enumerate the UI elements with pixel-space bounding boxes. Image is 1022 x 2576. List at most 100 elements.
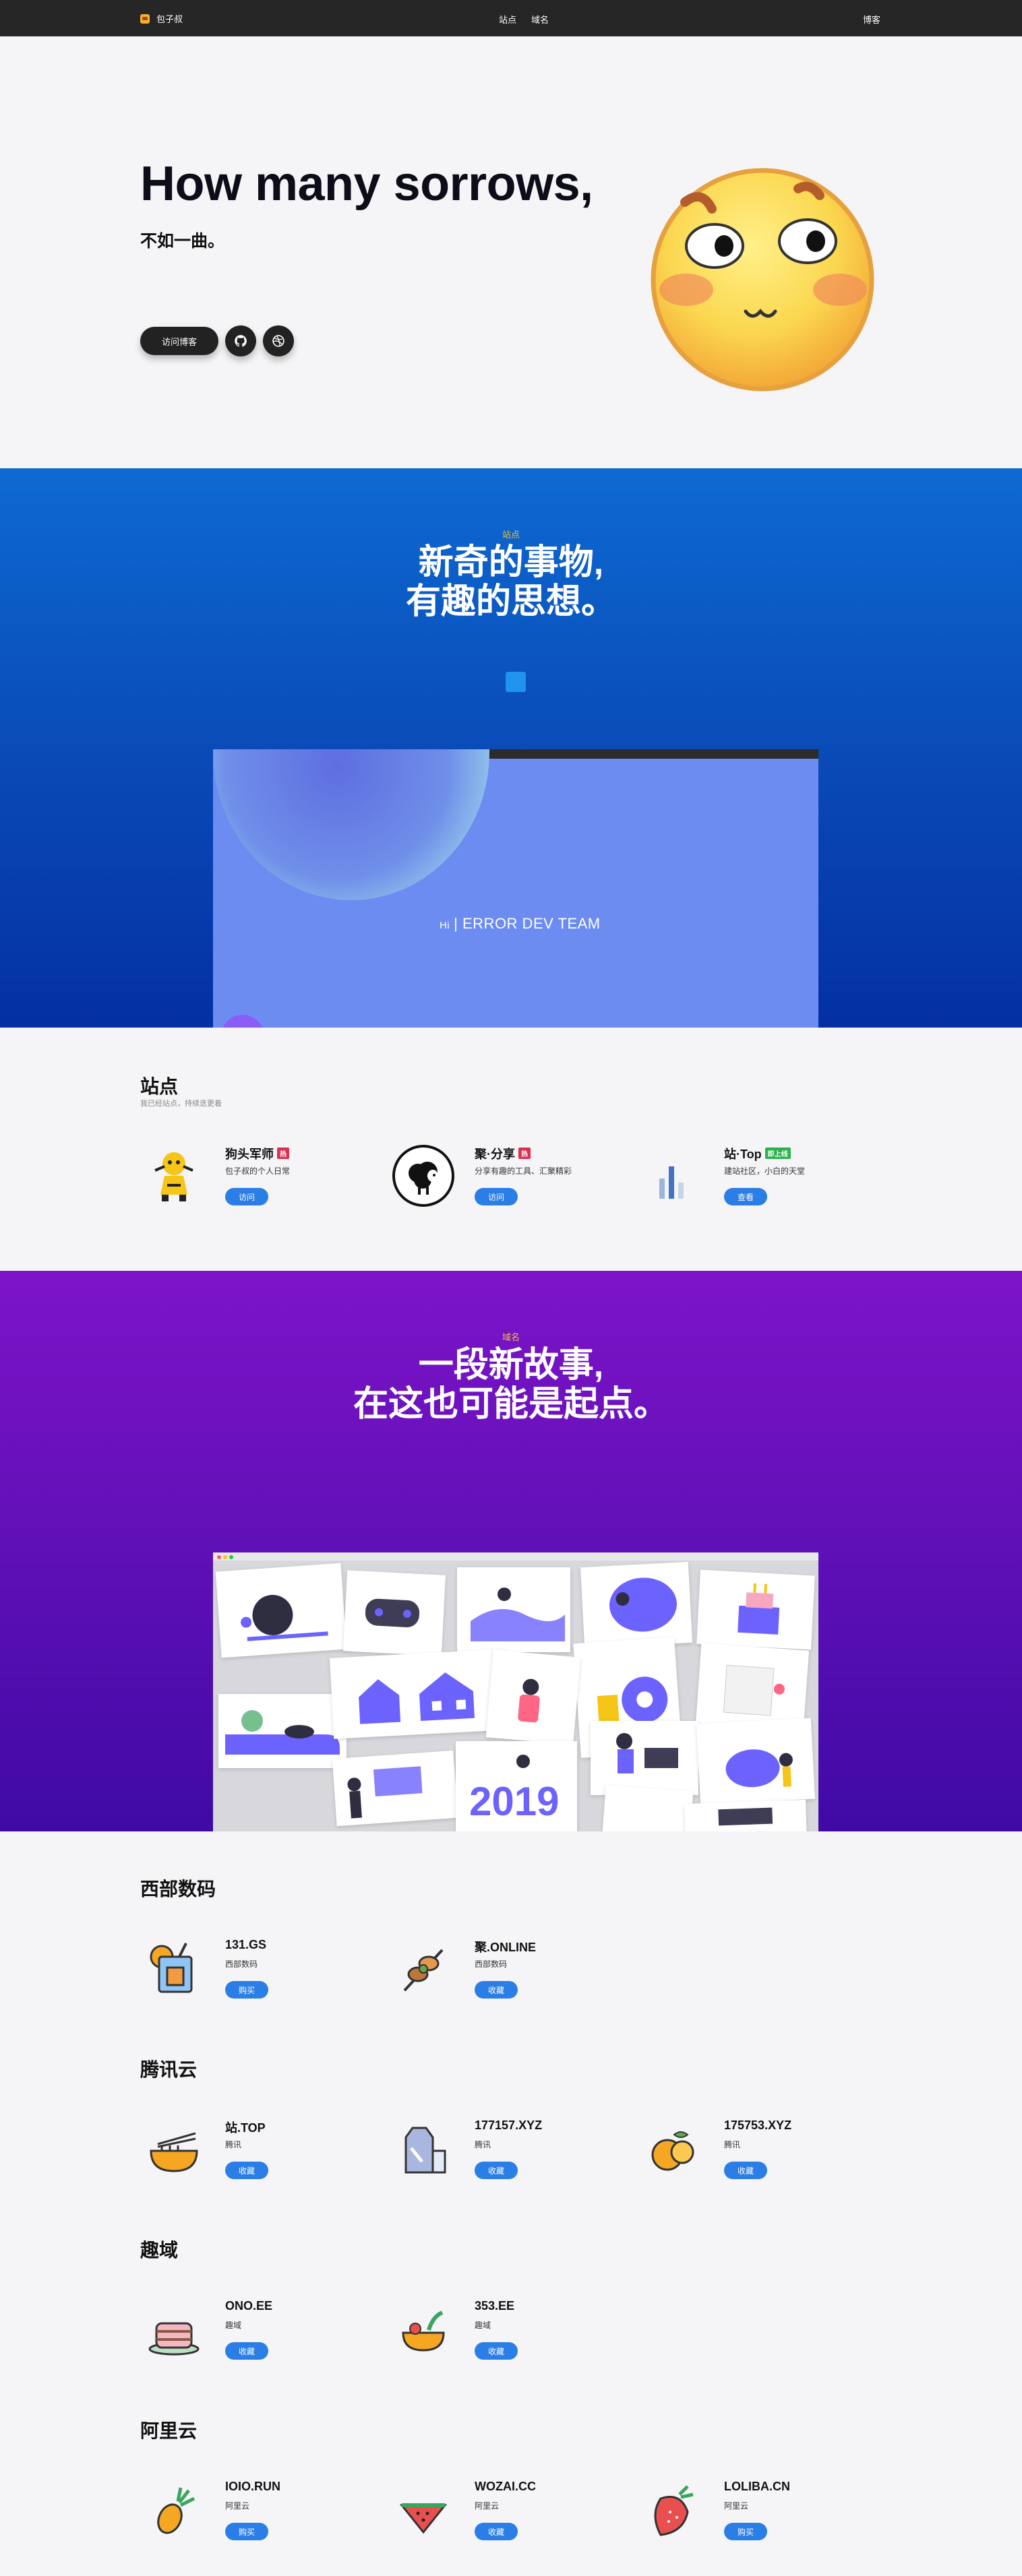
site-title: 狗头军师热 [225,1145,289,1162]
domains-banner: 域名 一段新故事, 在这也可能是起点。 2019 [0,1271,1022,1831]
mockup-screen: Hi | ERROR DEV TEAM [213,749,818,1028]
site-text: 分享有趣的工具、汇聚精彩 [475,1166,572,1176]
domains-kicker: 域名 [502,1332,520,1342]
domain-name: IOIO.RUN [225,2480,281,2493]
orange-icon [639,2116,707,2183]
sites-banner: 站点 新奇的事物, 有趣的思想。 Hi | ERROR DEV TEAM [0,468,1022,1028]
view-button[interactable]: 查看 [724,1188,767,1205]
sheep-logo-icon [390,1142,457,1210]
favorite-button[interactable]: 收藏 [225,2162,268,2179]
domain-card: 131.GS 西部数码 购买 [140,1935,383,2003]
visit-button[interactable]: 访问 [225,1188,268,1205]
milk-icon [390,2116,457,2183]
sites-kicker: 站点 [502,530,520,540]
domains-banner-title-line1: 一段新故事, [418,1346,604,1385]
illustration-card [602,1785,694,1831]
cake-icon [140,2296,208,2364]
domain-name: LOLIBA.CN [724,2480,790,2493]
favorite-button[interactable]: 收藏 [475,2162,518,2179]
buy-button[interactable]: 购买 [225,1981,268,1999]
sites-banner-title-line1: 新奇的事物, [418,543,604,582]
domain-group-title: 阿里云 [140,2420,198,2441]
favorite-button[interactable]: 收藏 [475,2342,518,2360]
sites-title: 站点 [140,1076,179,1097]
gradient-blob [213,749,489,900]
brand[interactable]: 包子叔 [140,12,183,25]
site-text: 包子叔的个人日常 [225,1166,291,1176]
drink-icon [140,1935,208,2003]
dog-mascot-icon [140,1142,208,1210]
nav-item-blog[interactable]: 博客 [863,13,880,26]
bar-chart-logo-icon [639,1142,707,1210]
domain-vendor: 腾讯 [475,2140,491,2149]
site-card: 站·Top 即上线 建站社区，小白的天堂 查看 [639,1142,882,1210]
decorative-square [506,672,526,692]
domain-card: 聚.ONLINE 西部数码 收藏 [390,1935,632,2003]
illustration-card [684,1799,807,1831]
github-button[interactable] [225,325,257,356]
domain-card: 175753.XYZ 腾讯 收藏 [639,2116,882,2183]
domain-card: 353.EE 趣域 收藏 [390,2296,632,2364]
illustration-card [218,1694,347,1768]
favorite-button[interactable]: 收藏 [225,2342,268,2360]
nav-item-sites[interactable]: 站点 [499,13,516,26]
nav-item-domains[interactable]: 域名 [531,13,549,26]
domains-banner-title-line2: 在这也可能是起点。 [353,1385,669,1424]
domain-name: 177157.XYZ [475,2118,543,2132]
domain-card: WOZAI.CC 阿里云 收藏 [390,2477,632,2544]
illustration-card [580,1561,693,1649]
domain-group-title: 西部数码 [140,1879,216,1899]
domain-vendor: 趣域 [225,2321,242,2330]
domain-name: 175753.XYZ [724,2118,792,2132]
mockup-greeting: Hi | ERROR DEV TEAM [440,915,601,932]
buy-button[interactable]: 购买 [724,2523,767,2540]
domain-card: 站.TOP 腾讯 收藏 [140,2116,383,2183]
hero-section: How many sorrows, 不如一曲。 访问博客 [0,36,1022,468]
domains-section: 西部数码 131.GS 西部数码 购买 聚.ONLINE 西部数码 收藏 腾讯云… [0,1831,1022,2576]
visit-blog-button[interactable]: 访问博客 [140,327,219,355]
favorite-button[interactable]: 收藏 [475,2523,518,2540]
domain-card: 177157.XYZ 腾讯 收藏 [390,2116,632,2183]
domain-name: 聚.ONLINE [475,1941,537,1954]
illustration-card [696,1718,816,1805]
domain-name: 353.EE [475,2299,515,2313]
visit-button[interactable]: 访问 [475,1188,518,1205]
site-card: 狗头军师热 包子叔的个人日常 访问 [140,1142,383,1210]
illustration-card [330,1649,509,1739]
favorite-button[interactable]: 收藏 [475,1981,518,1999]
top-navbar: 包子叔 站点 域名 博客 [0,0,1022,36]
domain-vendor: 西部数码 [225,1959,258,1969]
domain-name: 站.TOP [225,2121,266,2135]
domain-vendor: 阿里云 [225,2501,250,2511]
site-card: 聚·分享热 分享有趣的工具、汇聚精彩 访问 [390,1142,632,1210]
bun-logo-icon [140,13,150,24]
site-title: 站·Top 即上线 [724,1145,791,1162]
favorite-button[interactable]: 收藏 [724,2162,767,2179]
domain-name: WOZAI.CC [475,2480,536,2493]
buy-button[interactable]: 购买 [225,2523,268,2540]
illustration-card [485,1650,581,1745]
skewer-icon [390,1935,457,2003]
illustration-card [696,1569,815,1650]
illustration-card [332,1750,458,1827]
illustration-card [591,1721,698,1795]
dribbble-button[interactable] [263,325,295,356]
smiley-mascot-icon [651,168,874,391]
domain-card: IOIO.RUN 阿里云 购买 [140,2477,383,2544]
illustration-card [696,1643,809,1732]
sites-section: 站点 我已经站点，持续迭更着 狗头军师热 包子叔的个人日常 访问 聚·分享热 分… [0,1028,1022,1271]
domain-group-title: 腾讯云 [140,2059,198,2080]
domain-vendor: 阿里云 [475,2501,500,2511]
site-text: 建站社区，小白的天堂 [724,1166,806,1176]
browser-mockup: Hi | ERROR DEV TEAM [213,749,818,1028]
domain-vendor: 趣域 [475,2321,491,2330]
hero-subtitle: 不如一曲。 [140,232,225,251]
illustration-card [342,1570,446,1656]
hero-actions: 访问博客 [140,325,295,356]
hot-badge: 热 [518,1148,531,1159]
github-icon [235,335,247,347]
domain-name: ONO.EE [225,2299,273,2313]
domain-vendor: 腾讯 [225,2140,242,2149]
browser-bar [213,1552,818,1561]
hero-title: How many sorrows, [140,157,593,211]
